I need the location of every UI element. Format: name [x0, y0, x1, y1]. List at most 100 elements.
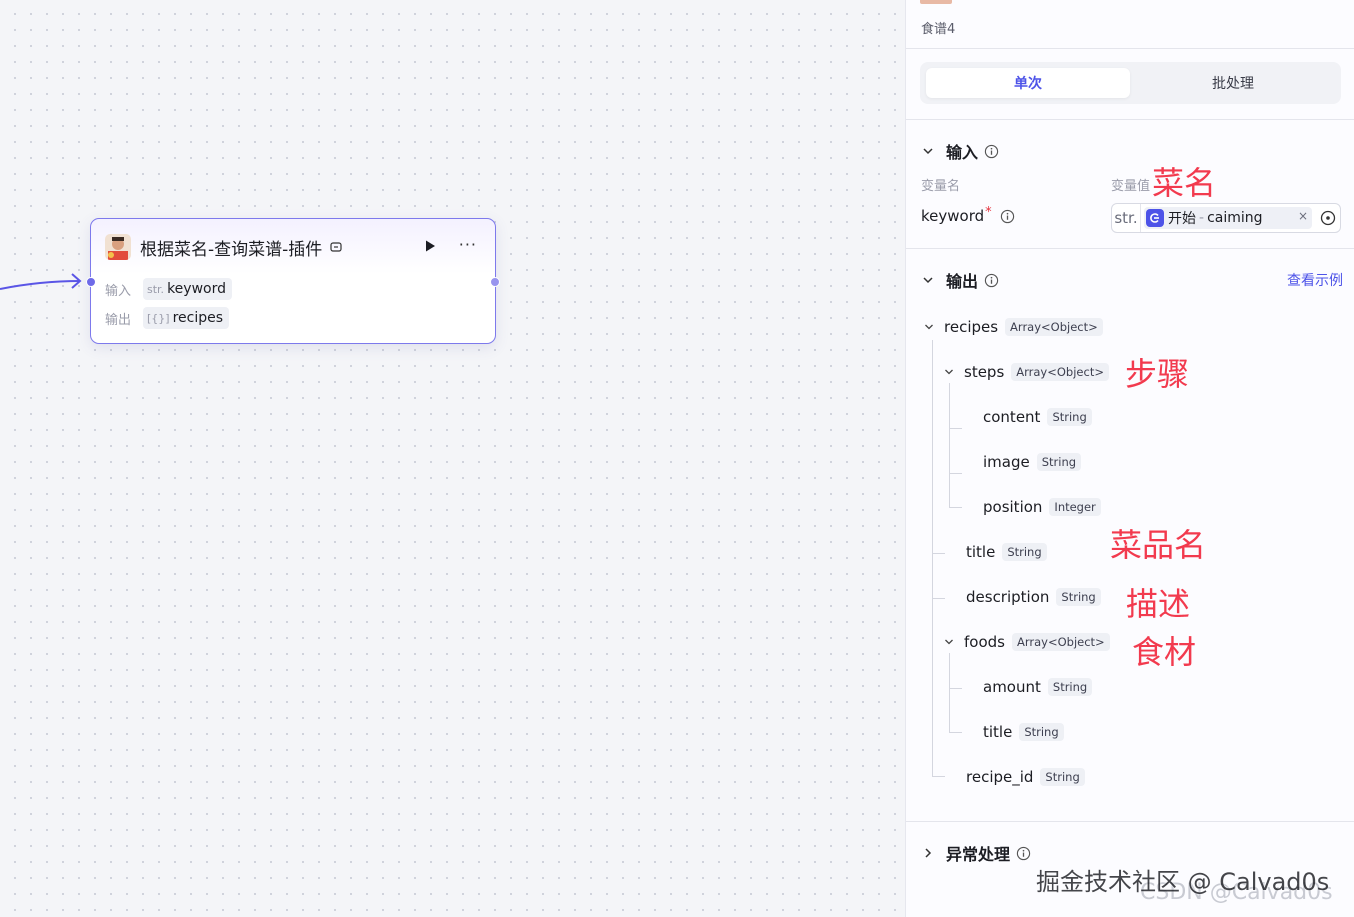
divider: [906, 821, 1354, 822]
info-icon[interactable]: [1016, 846, 1031, 861]
input-name: keyword: [167, 281, 226, 297]
tree-line: [949, 383, 950, 507]
tree-line: [932, 598, 945, 599]
input-chip: str. keyword: [143, 278, 232, 300]
info-icon[interactable]: [1000, 209, 1015, 224]
tree-item-content: content String: [983, 406, 1092, 428]
field-name: content: [983, 408, 1041, 426]
field-name: title: [966, 543, 996, 561]
input-label: 输入: [105, 283, 132, 299]
field-name: title: [983, 723, 1013, 741]
panel-topbar: 食谱4: [906, 0, 1354, 49]
tree-item-recipes[interactable]: recipes Array<Object>: [924, 316, 1103, 338]
node-output-row: 输出 [{}] recipes: [105, 307, 230, 329]
tree-line: [949, 653, 950, 733]
exception-section-header[interactable]: 异常处理: [922, 841, 1031, 865]
ref-node-name: 开始: [1168, 211, 1196, 227]
mode-tabs: 单次 批处理: [920, 62, 1341, 104]
run-icon[interactable]: [423, 239, 437, 253]
field-type: String: [1047, 408, 1092, 426]
field-type: String: [1002, 543, 1047, 561]
node-title: 根据菜名-查询菜谱-插件: [140, 239, 323, 260]
chevron-down-icon: [923, 277, 933, 284]
input-section-header[interactable]: 输入: [922, 139, 999, 163]
input-port[interactable]: [86, 277, 96, 287]
workflow-canvas[interactable]: 根据菜名-查询菜谱-插件 ··· 输入 str. keyword 输出 [{}]…: [0, 0, 905, 917]
chevron-down-icon: [923, 148, 933, 155]
node-settings-panel: 食谱4 单次 批处理 输入 变量名 变量值 keyword * str. 开始 …: [905, 0, 1354, 917]
annotation-steps: 步骤: [1125, 355, 1190, 393]
tree-line: [949, 688, 962, 689]
tree-item-food-title: title String: [983, 721, 1064, 743]
recipe-name: 食谱4: [921, 22, 956, 37]
param-name: keyword: [921, 207, 985, 225]
view-example-link[interactable]: 查看示例: [1287, 270, 1343, 290]
field-type: Integer: [1049, 498, 1101, 516]
param-keyword: keyword *: [921, 205, 1015, 225]
tree-item-description: description String: [966, 586, 1101, 608]
info-icon[interactable]: [984, 144, 999, 159]
field-type: Array<Object>: [1011, 633, 1110, 651]
tree-line: [949, 732, 962, 733]
annotation-ingredients: 食材: [1132, 633, 1197, 671]
tree-line: [932, 776, 945, 777]
field-name: description: [966, 588, 1050, 606]
info-icon[interactable]: [984, 273, 999, 288]
ref-separator: -: [1199, 210, 1205, 226]
plugin-badge-icon: [330, 242, 342, 252]
col-var-value: 变量值: [1111, 179, 1151, 194]
output-chip: [{}] recipes: [143, 307, 230, 329]
tree-line: [932, 340, 933, 776]
recipe-thumbnail: [920, 0, 952, 4]
field-type: Array<Object>: [1011, 363, 1109, 381]
field-type: String: [1036, 453, 1082, 471]
output-port[interactable]: [490, 277, 500, 287]
more-icon[interactable]: ···: [459, 237, 477, 253]
chevron-down-icon: [925, 324, 933, 330]
variable-value-input[interactable]: str. 开始 - caiming ×: [1111, 203, 1341, 233]
plugin-avatar: [105, 234, 131, 260]
value-type[interactable]: str.: [1112, 204, 1141, 232]
target-icon[interactable]: [1320, 210, 1336, 226]
input-type: str.: [147, 282, 165, 296]
tab-single[interactable]: 单次: [926, 68, 1130, 98]
field-name: foods: [964, 633, 1005, 651]
output-section-title: 输出: [946, 272, 979, 291]
annotation-dish-name: 菜名: [1152, 164, 1217, 202]
field-name: recipe_id: [966, 768, 1034, 786]
field-name: steps: [964, 363, 1005, 381]
connection-edge[interactable]: [0, 255, 100, 315]
divider: [906, 248, 1354, 249]
tree-item-amount: amount String: [983, 676, 1093, 698]
tree-item-recipe-id: recipe_id String: [966, 766, 1085, 788]
chevron-down-icon: [945, 639, 953, 645]
variable-reference[interactable]: 开始 - caiming: [1144, 207, 1312, 229]
tree-line: [949, 428, 962, 429]
field-type: String: [1056, 588, 1101, 606]
clear-icon[interactable]: ×: [1298, 209, 1308, 223]
tree-item-steps[interactable]: steps Array<Object>: [944, 361, 1109, 383]
field-name: image: [983, 453, 1030, 471]
field-name: amount: [983, 678, 1041, 696]
output-type: [{}]: [147, 311, 170, 325]
exception-section-title: 异常处理: [946, 845, 1011, 864]
annotation-description: 描述: [1126, 585, 1191, 623]
tree-item-position: position Integer: [983, 496, 1101, 518]
tree-item-foods[interactable]: foods Array<Object>: [944, 631, 1110, 653]
node-input-row: 输入 str. keyword: [105, 278, 232, 300]
tree-line: [932, 553, 945, 554]
field-name: position: [983, 498, 1043, 516]
output-section-header[interactable]: 输出: [922, 268, 999, 292]
field-type: String: [1040, 768, 1085, 786]
output-label: 输出: [105, 312, 132, 328]
plugin-node[interactable]: 根据菜名-查询菜谱-插件 ··· 输入 str. keyword 输出 [{}]…: [86, 218, 500, 344]
tab-batch[interactable]: 批处理: [1131, 68, 1335, 98]
chevron-right-icon: [925, 848, 932, 858]
tree-line: [949, 507, 962, 508]
field-type: Array<Object>: [1005, 318, 1103, 336]
annotation-dish-title: 菜品名: [1110, 526, 1207, 564]
output-name: recipes: [172, 310, 224, 326]
tree-item-title: title String: [966, 541, 1047, 563]
divider: [906, 119, 1354, 120]
field-name: recipes: [944, 318, 999, 336]
